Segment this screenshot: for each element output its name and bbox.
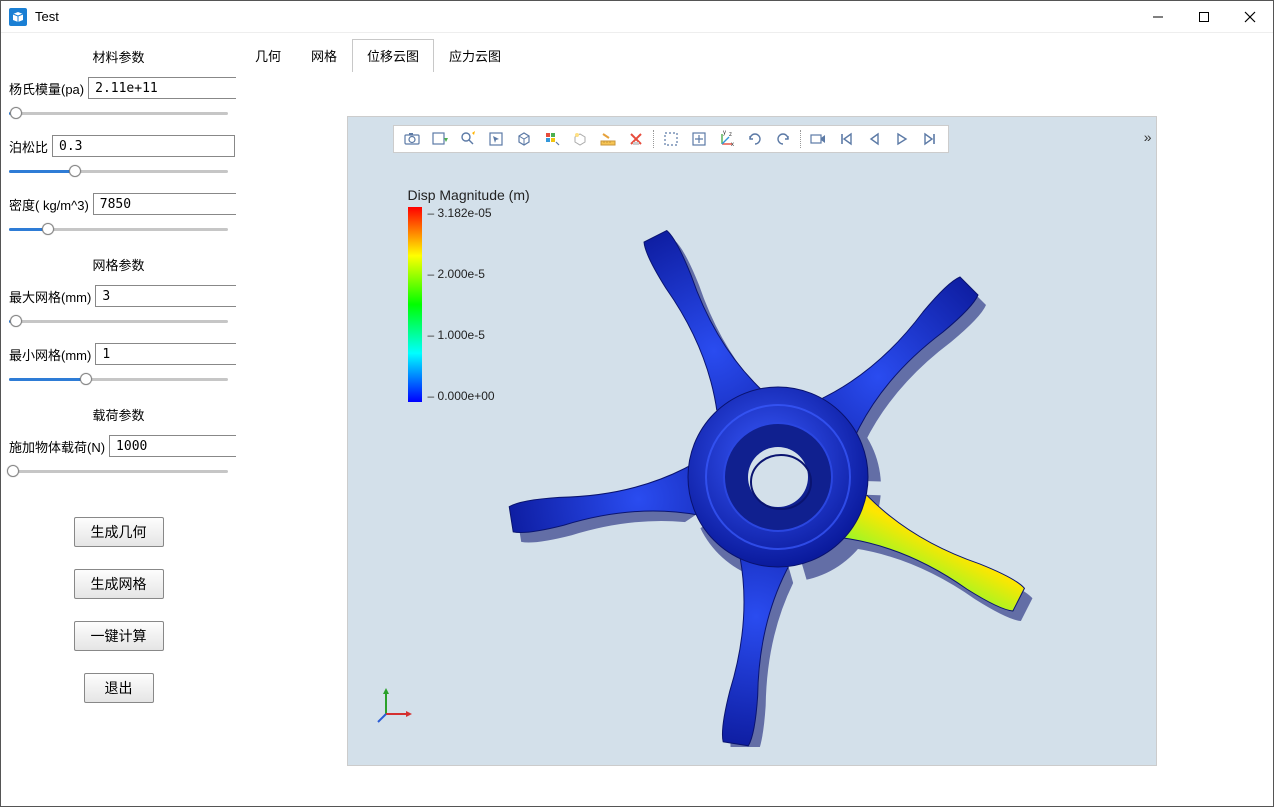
ruler-icon[interactable] — [594, 127, 622, 151]
compute-button[interactable]: 一键计算 — [74, 621, 164, 651]
tab-mesh[interactable]: 网格 — [296, 39, 352, 72]
min-mesh-row: 最小网格(mm) — [9, 343, 228, 365]
max-mesh-label: 最大网格(mm) — [9, 287, 91, 306]
select-box-icon[interactable] — [482, 127, 510, 151]
mesh-section-title: 网格参数 — [9, 255, 228, 274]
density-row: 密度( kg/m^3) — [9, 193, 228, 215]
body-load-label: 施加物体载荷(N) — [9, 437, 105, 456]
tab-bar: 几何 网格 位移云图 应力云图 — [236, 33, 1273, 72]
camera-icon[interactable] — [398, 127, 426, 151]
select-rect-icon[interactable] — [657, 127, 685, 151]
youngs-label: 杨氏模量(pa) — [9, 79, 84, 98]
youngs-row: 杨氏模量(pa) — [9, 77, 228, 99]
app-window: Test 材料参数 杨氏模量(pa) — [0, 0, 1274, 807]
material-section-title: 材料参数 — [9, 47, 228, 66]
min-mesh-label: 最小网格(mm) — [9, 345, 91, 364]
tab-geometry[interactable]: 几何 — [240, 39, 296, 72]
window-controls — [1135, 1, 1273, 32]
viewer-toolbar: zyx — [393, 125, 949, 153]
max-mesh-row: 最大网格(mm) — [9, 285, 228, 307]
color-mapping-icon[interactable] — [538, 127, 566, 151]
body-load-slider[interactable] — [9, 462, 228, 480]
toolbar-separator — [800, 130, 801, 148]
clear-icon[interactable] — [622, 127, 650, 151]
youngs-slider[interactable] — [9, 104, 228, 122]
tab-panel: zyx » Disp Magnitude (m) — [236, 72, 1267, 800]
poisson-label: 泊松比 — [9, 137, 48, 156]
poisson-row: 泊松比 — [9, 135, 228, 157]
zoom-fit-icon[interactable] — [454, 127, 482, 151]
maximize-button[interactable] — [1181, 1, 1227, 32]
video-icon[interactable] — [804, 127, 832, 151]
svg-text:x: x — [731, 142, 734, 148]
colorbar — [408, 207, 422, 402]
viewer-3d[interactable]: zyx » Disp Magnitude (m) — [347, 116, 1157, 766]
rotate-cw-icon[interactable] — [741, 127, 769, 151]
main-area: 几何 网格 位移云图 应力云图 — [236, 33, 1273, 806]
tab-stress-cloud[interactable]: 应力云图 — [434, 39, 516, 72]
content-area: 材料参数 杨氏模量(pa) 泊松比 密度( kg/m^3) — [1, 33, 1273, 806]
fit-data-icon[interactable] — [685, 127, 713, 151]
sidebar: 材料参数 杨氏模量(pa) 泊松比 密度( kg/m^3) — [1, 33, 236, 806]
toolbar-overflow-icon[interactable]: » — [1144, 129, 1152, 145]
app-icon — [9, 8, 27, 26]
min-mesh-slider[interactable] — [9, 370, 228, 388]
prev-frame-icon[interactable] — [860, 127, 888, 151]
model-render — [478, 192, 1078, 747]
load-section-title: 载荷参数 — [9, 405, 228, 424]
svg-text:y: y — [723, 130, 726, 136]
title-bar: Test — [1, 1, 1273, 33]
orientation-triad-icon — [376, 682, 418, 727]
axes-icon[interactable]: zyx — [713, 127, 741, 151]
density-label: 密度( kg/m^3) — [9, 195, 89, 214]
rotate-ccw-icon[interactable] — [769, 127, 797, 151]
cube-icon[interactable] — [510, 127, 538, 151]
body-load-row: 施加物体载荷(N) — [9, 435, 228, 457]
next-frame-icon[interactable] — [916, 127, 944, 151]
max-mesh-slider[interactable] — [9, 312, 228, 330]
first-frame-icon[interactable] — [832, 127, 860, 151]
density-slider[interactable] — [9, 220, 228, 238]
poisson-slider[interactable] — [9, 162, 228, 180]
minimize-button[interactable] — [1135, 1, 1181, 32]
svg-text:z: z — [729, 132, 732, 138]
tab-displacement-cloud[interactable]: 位移云图 — [352, 39, 434, 72]
close-button[interactable] — [1227, 1, 1273, 32]
generate-mesh-button[interactable]: 生成网格 — [74, 569, 164, 599]
poisson-input[interactable] — [52, 135, 235, 157]
sidebar-buttons: 生成几何 生成网格 一键计算 退出 — [9, 517, 228, 703]
exit-button[interactable]: 退出 — [84, 673, 154, 703]
save-image-icon[interactable] — [426, 127, 454, 151]
toolbar-separator — [653, 130, 654, 148]
play-icon[interactable] — [888, 127, 916, 151]
generate-geometry-button[interactable]: 生成几何 — [74, 517, 164, 547]
light-icon[interactable] — [566, 127, 594, 151]
window-title: Test — [35, 9, 59, 24]
title-bar-left: Test — [9, 8, 59, 26]
